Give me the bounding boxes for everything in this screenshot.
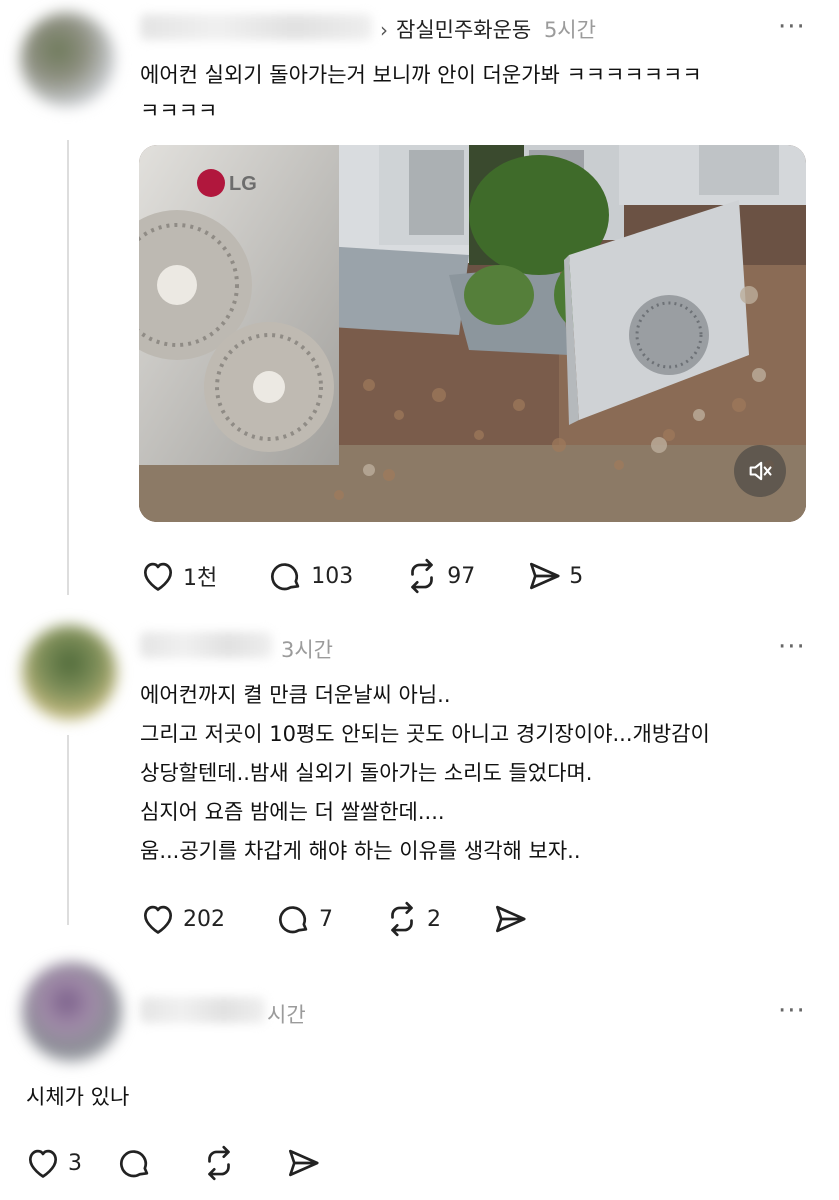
reply-button[interactable]: 7 bbox=[275, 900, 333, 938]
repost-button[interactable]: 97 bbox=[403, 557, 475, 595]
username-blurred[interactable] bbox=[140, 997, 265, 1023]
username-blurred[interactable] bbox=[140, 14, 372, 40]
post-text-line: 에어컨 실외기 돌아가는거 보니까 안이 더운가봐 ㅋㅋㅋㅋㅋㅋㅋ bbox=[140, 63, 702, 87]
brand-logo: LG bbox=[229, 173, 257, 195]
share-button[interactable] bbox=[284, 1144, 322, 1182]
speech-bubble-icon bbox=[120, 1150, 149, 1178]
send-arrow-icon bbox=[495, 905, 526, 933]
avatar[interactable] bbox=[20, 12, 115, 107]
avatar[interactable] bbox=[22, 625, 117, 720]
speaker-muted-icon[interactable] bbox=[734, 445, 786, 497]
community-link[interactable]: 잠실민주화운동 bbox=[396, 18, 531, 42]
post-video[interactable]: LG bbox=[139, 145, 806, 522]
post-text-line: 시체가 있나 bbox=[26, 1085, 130, 1109]
post-text-line: 심지어 요즘 밤에는 더 쌀쌀한데.... bbox=[140, 800, 445, 824]
share-button[interactable] bbox=[491, 900, 529, 938]
post-actions: 1천 103 97 5 bbox=[139, 557, 633, 595]
reply-button[interactable]: 103 bbox=[267, 557, 353, 595]
post-text-line: 에어컨까지 켤 만큼 더운날씨 아님.. bbox=[140, 683, 451, 707]
repost-button[interactable] bbox=[200, 1144, 238, 1182]
like-button[interactable]: 1천 bbox=[139, 557, 217, 595]
heart-icon bbox=[143, 905, 173, 934]
reply-count: 103 bbox=[311, 563, 354, 589]
send-arrow-icon bbox=[530, 562, 560, 590]
username-blurred[interactable] bbox=[140, 632, 272, 658]
repost-button[interactable]: 2 bbox=[383, 900, 441, 938]
repost-arrows-icon bbox=[411, 558, 434, 594]
more-dots-icon[interactable]: ··· bbox=[778, 14, 806, 40]
like-count: 3 bbox=[68, 1150, 82, 1176]
speaker-muted-glyph bbox=[749, 461, 772, 481]
post-text-line: 상당할텐데..밤새 실외기 돌아가는 소리도 들었다며. bbox=[140, 761, 593, 785]
post-time: 3시간 bbox=[281, 638, 334, 662]
post-meta: › 잠실민주화운동 5시간 bbox=[380, 14, 596, 44]
post-actions: 202 7 2 bbox=[139, 900, 579, 938]
like-count: 1천 bbox=[183, 566, 218, 591]
repost-count: 2 bbox=[427, 906, 441, 932]
speech-bubble-icon bbox=[279, 906, 308, 934]
post-text-line: 움...공기를 차갑게 해야 하는 이유를 생각해 보자.. bbox=[140, 839, 581, 863]
post-actions: 3 bbox=[24, 1144, 372, 1182]
post-text-line: 그리고 저곳이 10평도 안되는 곳도 아니고 경기장이야...개방감이 bbox=[140, 722, 710, 746]
like-count: 202 bbox=[183, 906, 225, 932]
avatar[interactable] bbox=[22, 962, 122, 1062]
heart-icon bbox=[28, 1149, 58, 1178]
chevron-right-icon: › bbox=[380, 18, 388, 42]
heart-icon bbox=[143, 562, 173, 591]
share-button[interactable]: 5 bbox=[525, 557, 583, 595]
reply-count: 7 bbox=[319, 906, 333, 932]
post-time: 5시간 bbox=[543, 18, 596, 42]
send-arrow-icon bbox=[288, 1149, 319, 1177]
more-dots-icon[interactable]: ··· bbox=[778, 634, 806, 660]
repost-count: 97 bbox=[447, 563, 476, 589]
post-time: 시간 bbox=[267, 1003, 306, 1027]
like-button[interactable]: 202 bbox=[139, 900, 225, 938]
post-text-line: ㅋㅋㅋㅋ bbox=[140, 99, 218, 123]
share-count: 5 bbox=[569, 563, 584, 589]
thread-line bbox=[67, 735, 69, 925]
more-dots-icon[interactable]: ··· bbox=[778, 998, 806, 1024]
speech-bubble-icon bbox=[271, 563, 300, 591]
repost-arrows-icon bbox=[208, 1145, 230, 1181]
repost-arrows-icon bbox=[391, 901, 413, 937]
thread-line bbox=[67, 140, 69, 595]
like-button[interactable]: 3 bbox=[24, 1144, 82, 1182]
reply-button[interactable] bbox=[116, 1144, 154, 1182]
video-frame: LG bbox=[139, 145, 806, 522]
